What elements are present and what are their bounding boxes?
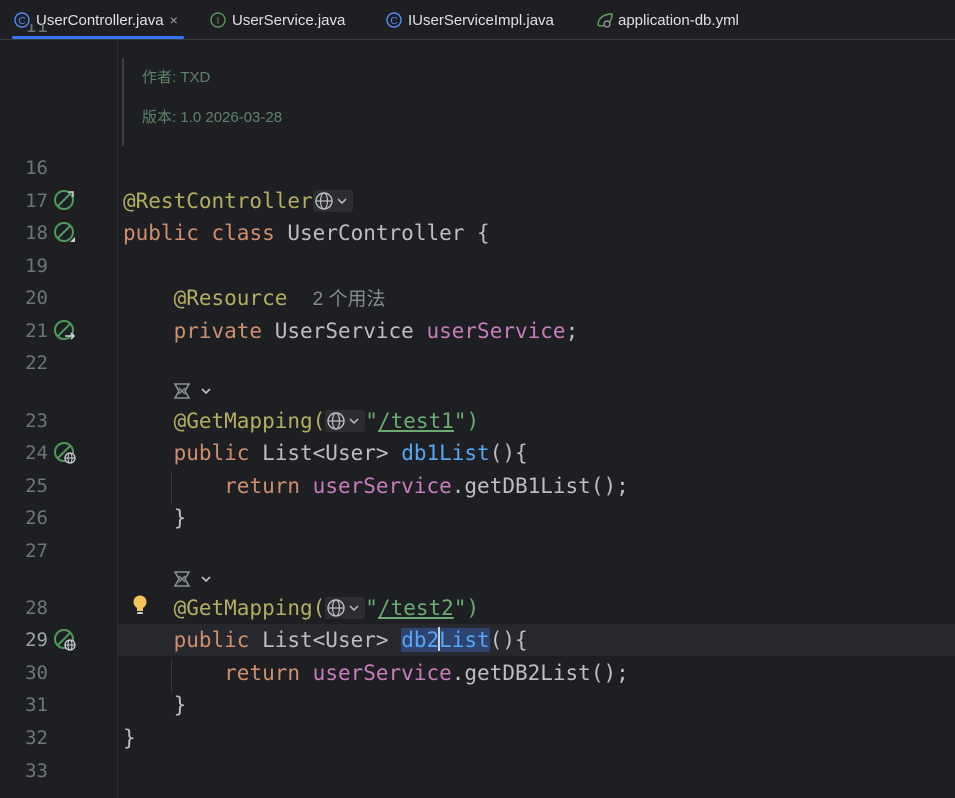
code-line-20[interactable]: @Resource 2 个用法 xyxy=(123,282,386,314)
code-line-28[interactable]: @GetMapping( "/test2") xyxy=(123,592,480,624)
keyword: private xyxy=(173,319,263,343)
tab-application-db-yml[interactable]: application-db.yml xyxy=(596,0,739,40)
keyword: return xyxy=(224,474,301,498)
method-name: db1List xyxy=(401,441,490,465)
interface-icon: I xyxy=(210,12,226,28)
annotation: @Resource xyxy=(173,286,288,310)
string-close: ") xyxy=(453,409,480,433)
tab-label: UserController.java xyxy=(36,11,164,29)
doc-comment-bar xyxy=(122,58,124,146)
code-line-23[interactable]: @GetMapping( "/test1") xyxy=(123,405,480,437)
line-number: 16 xyxy=(25,157,48,179)
editor-tab-bar: C UserController.java × I UserService.ja… xyxy=(0,0,955,40)
tab-label: IUserServiceImpl.java xyxy=(408,11,554,29)
svg-text:C: C xyxy=(390,16,397,27)
closing-brace: } xyxy=(123,726,136,750)
code-line-18[interactable]: public class UserController { xyxy=(123,217,490,249)
svg-text:I: I xyxy=(217,16,220,27)
code-line-26[interactable]: } xyxy=(123,502,187,534)
closing-brace: } xyxy=(173,693,187,717)
endpoints-globe-icon[interactable] xyxy=(325,409,366,432)
keyword: class xyxy=(211,221,275,245)
field-name: userService xyxy=(312,474,452,498)
line-number: 26 xyxy=(25,507,48,529)
code-line-17[interactable]: @RestController xyxy=(123,185,353,217)
keyword: public xyxy=(173,441,250,465)
string-close: ") xyxy=(453,596,480,620)
code-line-29[interactable]: public List<User> db2List(){ xyxy=(123,624,528,656)
line-number: 30 xyxy=(25,662,48,684)
tab-iuserserviceimpl[interactable]: C IUserServiceImpl.java xyxy=(386,0,554,40)
line-number: 33 xyxy=(25,760,48,782)
line-number: 21 xyxy=(25,320,48,342)
code-line-25[interactable]: return userService.getDB1List(); xyxy=(123,470,629,502)
class-name: UserController { xyxy=(287,221,490,245)
spring-config-icon xyxy=(596,12,613,28)
doc-version: 版本: 1.0 2026-03-28 xyxy=(142,109,283,126)
method-name-part: db2 xyxy=(401,628,440,652)
line-number: 31 xyxy=(25,694,48,716)
string-quote: " xyxy=(365,409,378,433)
line-number: 17 xyxy=(25,190,48,212)
line-number: 28 xyxy=(25,597,48,619)
keyword: public xyxy=(123,221,199,245)
url-path-link[interactable]: /test1 xyxy=(378,409,454,433)
close-tab-icon[interactable]: × xyxy=(170,12,178,28)
line-number: 20 xyxy=(25,287,48,309)
text-caret xyxy=(438,627,441,651)
line-number-partial: 11 xyxy=(25,24,48,37)
annotation: @GetMapping( xyxy=(173,596,326,620)
doc-author: 作者: TXD xyxy=(142,69,211,86)
closing-brace: } xyxy=(173,506,187,530)
return-type: List<User> xyxy=(262,441,389,465)
ai-assistant-icon[interactable] xyxy=(172,568,216,590)
code-line-30[interactable]: return userService.getDB2List(); xyxy=(123,657,629,689)
line-number: 25 xyxy=(25,475,48,497)
semicolon: ; xyxy=(565,319,579,343)
method-params: (){ xyxy=(489,628,528,652)
tab-label: UserService.java xyxy=(232,11,346,29)
annotation: @GetMapping( xyxy=(173,409,326,433)
method-name-part: List xyxy=(439,628,490,652)
line-number: 24 xyxy=(25,442,48,464)
code-line-31[interactable]: } xyxy=(123,689,187,721)
code-line-21[interactable]: private UserService userService; xyxy=(123,315,579,347)
class-icon: C xyxy=(386,12,402,28)
line-number: 18 xyxy=(25,222,48,244)
ai-assistant-icon[interactable] xyxy=(172,380,216,402)
gutter-separator xyxy=(117,40,118,798)
tab-userservice[interactable]: I UserService.java xyxy=(210,0,345,40)
spring-bean-icon[interactable] xyxy=(53,189,77,213)
return-type: List<User> xyxy=(262,628,389,652)
line-number: 23 xyxy=(25,410,48,432)
spring-bean-icon[interactable] xyxy=(53,221,77,245)
type-name: UserService xyxy=(274,319,414,343)
string-quote: " xyxy=(365,596,378,620)
field-name: userService xyxy=(426,319,566,343)
field-name: userService xyxy=(312,661,452,685)
annotation: @RestController xyxy=(123,189,313,213)
method-call: .getDB2List(); xyxy=(451,661,629,685)
code-line-32[interactable]: } xyxy=(123,722,136,754)
keyword: public xyxy=(173,628,250,652)
keyword: return xyxy=(224,661,301,685)
code-line-24[interactable]: public List<User> db1List(){ xyxy=(123,437,528,469)
usages-hint[interactable]: 2 个用法 xyxy=(313,289,386,310)
url-path-link[interactable]: /test2 xyxy=(378,596,454,620)
endpoints-globe-icon[interactable] xyxy=(312,189,353,212)
endpoints-globe-icon[interactable] xyxy=(325,596,366,619)
request-mapping-icon[interactable] xyxy=(53,628,77,652)
method-params: (){ xyxy=(489,441,528,465)
line-number: 32 xyxy=(25,727,48,749)
tab-label: application-db.yml xyxy=(618,11,739,29)
line-number-current: 29 xyxy=(25,629,48,651)
autowired-navigate-icon[interactable] xyxy=(53,319,77,343)
method-call: .getDB1List(); xyxy=(451,474,629,498)
line-number: 27 xyxy=(25,540,48,562)
line-number: 22 xyxy=(25,352,48,374)
line-number: 19 xyxy=(25,255,48,277)
request-mapping-icon[interactable] xyxy=(53,441,77,465)
